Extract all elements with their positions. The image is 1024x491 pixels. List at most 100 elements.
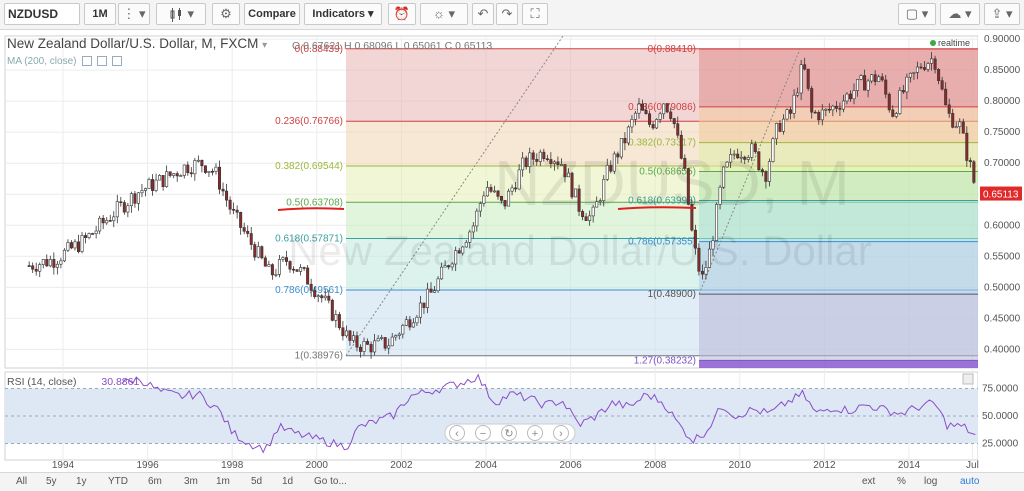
candle-body: [186, 164, 190, 174]
candle-body: [256, 246, 260, 258]
candle-body: [172, 173, 176, 176]
candle-body: [877, 76, 881, 82]
candle-body: [84, 235, 88, 238]
ma-remove-icon[interactable]: [111, 56, 122, 67]
candle-body: [718, 186, 722, 205]
candle-body: [394, 335, 398, 338]
candle-body: [750, 143, 754, 158]
candle-body: [362, 341, 366, 352]
candle-body: [951, 113, 955, 128]
candle-body: [27, 265, 31, 267]
range-1m-button[interactable]: 1m: [212, 475, 234, 489]
candle-body: [591, 206, 595, 217]
candle-body: [700, 270, 704, 275]
candle-body: [284, 257, 288, 262]
scale-auto-button[interactable]: auto: [956, 475, 983, 489]
ma-visibility-icon[interactable]: [97, 56, 108, 67]
compare-button[interactable]: Compare: [244, 3, 300, 25]
candle-body: [408, 319, 412, 328]
candle-body: [824, 108, 828, 111]
indicators-button[interactable]: Indicators ▾: [304, 3, 382, 25]
candle-body: [870, 74, 874, 82]
candle-body: [330, 299, 334, 321]
rsi-value: 30.8861: [101, 376, 140, 388]
candle-body: [774, 122, 778, 140]
scale-log-button[interactable]: log: [920, 475, 941, 489]
minus-icon: −: [480, 428, 486, 440]
range-1y-button[interactable]: 1y: [72, 475, 91, 489]
chart-title-legend[interactable]: New Zealand Dollar/U.S. Dollar, M, FXCM …: [7, 36, 267, 51]
layout-button[interactable]: ▢ ▾: [898, 3, 936, 25]
range-6m-button[interactable]: 6m: [144, 475, 166, 489]
fullscreen-button[interactable]: ⛶: [522, 3, 548, 25]
candle-body: [119, 201, 123, 204]
idea-button[interactable]: ☼ ▾: [420, 3, 468, 25]
candle-body: [552, 161, 556, 164]
symbol-search-input[interactable]: NZDUSD: [4, 3, 80, 25]
interval-button[interactable]: 1M: [84, 3, 116, 25]
range-5y-button[interactable]: 5y: [42, 475, 61, 489]
candle-body: [390, 336, 394, 347]
candle-body: [542, 151, 546, 160]
price-axis-label: 0.40000: [984, 344, 1021, 355]
candle-body: [207, 170, 211, 173]
publish-button[interactable]: ⇪ ▾: [984, 3, 1020, 25]
candle-body: [270, 264, 274, 276]
candle-body: [817, 112, 821, 121]
candle-body: [658, 113, 662, 120]
ma-legend[interactable]: MA (200, close): [7, 56, 122, 67]
candle-body: [239, 212, 243, 228]
candle-body: [683, 158, 687, 169]
candle-body: [845, 93, 849, 102]
range-ytd-button[interactable]: YTD: [104, 475, 132, 489]
range-1d-button[interactable]: 1d: [278, 475, 297, 489]
candle-body: [193, 160, 197, 175]
range-5d-button[interactable]: 5d: [247, 475, 266, 489]
candle-body: [59, 260, 63, 265]
range-all-button[interactable]: All: [12, 475, 31, 489]
undo-button[interactable]: ↶: [472, 3, 494, 25]
rsi-legend[interactable]: RSI (14, close) 30.8861: [7, 376, 139, 388]
interval-dropdown[interactable]: ⋮ ▾: [118, 3, 150, 25]
ma-settings-icon[interactable]: [82, 56, 93, 67]
cloud-download-icon: ☁: [948, 6, 962, 21]
candle-body: [676, 123, 680, 136]
candle-body: [531, 152, 535, 160]
candle-body: [168, 171, 172, 176]
fib2-level-label: 0(0.88410): [648, 44, 696, 55]
legend-menu-arrow[interactable]: ▾: [262, 40, 267, 51]
candle-body: [693, 229, 697, 249]
time-axis-label: 2000: [306, 460, 329, 471]
candle-body: [140, 190, 144, 194]
candle-body: [500, 196, 504, 201]
candle-body: [958, 121, 962, 128]
candle-body: [898, 90, 902, 114]
fib2-extension-zone: [699, 360, 978, 368]
candle-body: [563, 164, 567, 178]
candle-body: [98, 217, 102, 232]
redo-button[interactable]: ↷: [496, 3, 518, 25]
range-goto-button[interactable]: Go to...: [310, 475, 351, 489]
candle-body: [112, 216, 116, 222]
candle-body: [782, 118, 786, 132]
last-price-label: 0.65113: [983, 190, 1019, 201]
candle-body: [249, 233, 253, 245]
candles-style-button[interactable]: ▾: [156, 3, 206, 25]
save-cloud-button[interactable]: ☁ ▾: [940, 3, 980, 25]
candle-body: [549, 159, 553, 164]
candle-body: [337, 314, 341, 329]
scale-ext-button[interactable]: ext: [858, 475, 879, 489]
candle-body: [77, 241, 81, 252]
candle-body: [457, 250, 461, 254]
price-chart[interactable]: 0(0.88439)0.236(0.76766)0.382(0.69544)0.…: [0, 30, 1024, 491]
candle-body: [221, 188, 225, 192]
settings-button[interactable]: ⚙: [212, 3, 240, 25]
candle-body: [686, 168, 690, 205]
price-axis-label: 0.85000: [984, 65, 1021, 76]
candle-body: [933, 58, 937, 70]
range-3m-button[interactable]: 3m: [180, 475, 202, 489]
candle-body: [306, 267, 310, 285]
pane-maximize-icon[interactable]: [962, 373, 974, 385]
alert-button[interactable]: ⏰: [388, 3, 416, 25]
scale-percent-button[interactable]: %: [893, 475, 910, 489]
